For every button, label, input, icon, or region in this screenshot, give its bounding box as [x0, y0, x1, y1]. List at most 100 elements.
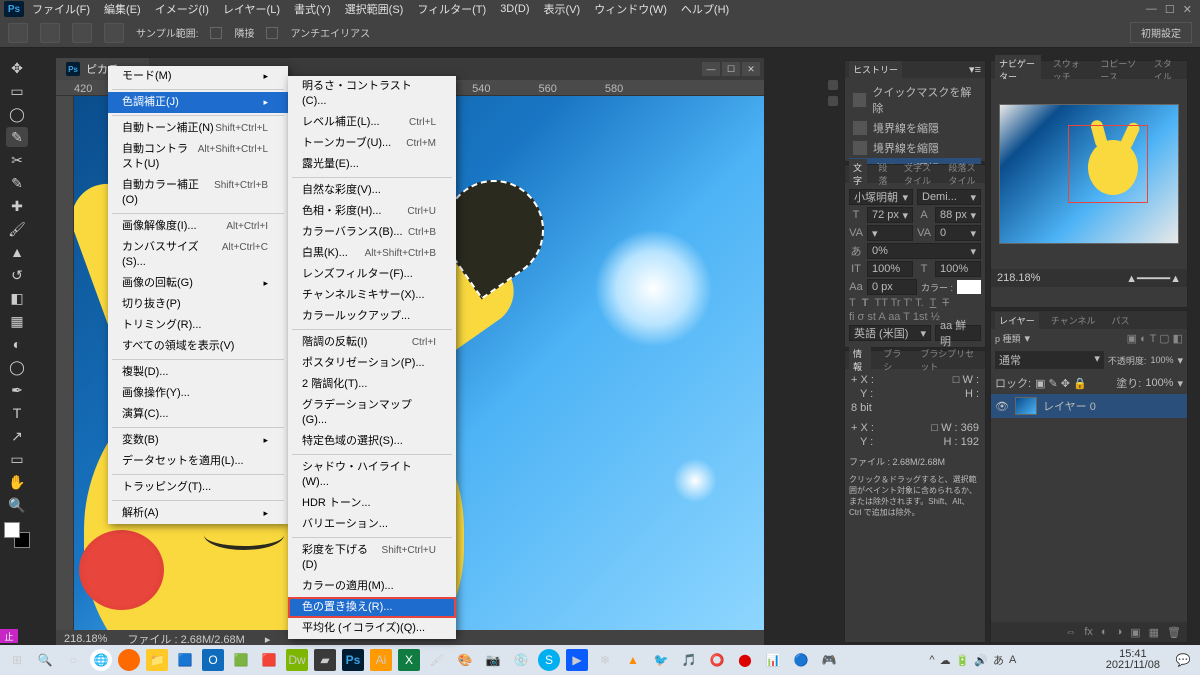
marquee-tool-icon[interactable]: ▭ — [6, 81, 28, 101]
menu-item[interactable]: 自動カラー補正(O)Shift+Ctrl+B — [108, 175, 288, 211]
menu-item[interactable]: 変数(B) — [108, 430, 288, 451]
zoom-tool-icon[interactable]: 🔍 — [6, 495, 28, 515]
type-tool-icon[interactable]: T — [6, 403, 28, 423]
app-icon[interactable]: 📊 — [762, 649, 784, 671]
menu-item[interactable]: トーンカーブ(U)...Ctrl+M — [288, 133, 456, 154]
ime-icon[interactable]: あ — [993, 652, 1004, 668]
new-icon[interactable]: ▦ — [1149, 626, 1159, 639]
menu-item[interactable]: カンバスサイズ(S)...Alt+Ctrl+C — [108, 237, 288, 273]
menu-item[interactable]: チャンネルミキサー(X)... — [288, 285, 456, 306]
visibility-icon[interactable]: 👁 — [995, 400, 1009, 413]
menu-item[interactable]: レンズフィルター(F)... — [288, 264, 456, 285]
history-item[interactable]: 境界線を縮隠 — [849, 138, 981, 158]
dodge-tool-icon[interactable]: ◯ — [6, 357, 28, 377]
app-icon[interactable]: 🔵 — [790, 649, 812, 671]
menu-item[interactable]: シャドウ・ハイライト(W)... — [288, 457, 456, 493]
menu-item[interactable]: トラッピング(T)... — [108, 477, 288, 498]
doc-close-icon[interactable]: ✕ — [742, 62, 760, 76]
eraser-tool-icon[interactable]: ◧ — [6, 288, 28, 308]
blur-tool-icon[interactable]: ◐ — [6, 334, 28, 354]
opacity-input[interactable]: 100% — [1150, 355, 1173, 365]
menu-item[interactable]: 画像の回転(G) — [108, 273, 288, 294]
gradient-tool-icon[interactable]: ▦ — [6, 311, 28, 331]
blendmode-select[interactable]: 通常▾ — [995, 351, 1104, 369]
menu-item[interactable]: カラーの適用(M)... — [288, 576, 456, 597]
menu-item[interactable]: 色の置き換え(R)... — [288, 597, 456, 618]
layer-name[interactable]: レイヤー 0 — [1043, 398, 1096, 414]
photoshop-icon[interactable]: Ps — [342, 649, 364, 671]
menu-item[interactable]: すべての領域を表示(V) — [108, 336, 288, 357]
menu-item[interactable]: カラールックアップ... — [288, 306, 456, 327]
ime-a-icon[interactable]: A — [1009, 654, 1016, 666]
menu-filter[interactable]: フィルター(T) — [411, 0, 492, 19]
menu-item[interactable]: 自然な彩度(V)... — [288, 180, 456, 201]
brush-size-icon[interactable] — [40, 23, 60, 43]
menu-item[interactable]: 画像操作(Y)... — [108, 383, 288, 404]
hscale-input[interactable]: 100% — [935, 261, 981, 277]
app-icon[interactable]: ⭕ — [706, 649, 728, 671]
menu-select[interactable]: 選択範囲(S) — [339, 0, 410, 19]
menu-item[interactable]: データセットを適用(L)... — [108, 451, 288, 472]
excel-icon[interactable]: X — [398, 649, 420, 671]
workspace-button[interactable]: 初期設定 — [1130, 22, 1192, 43]
menu-item[interactable]: 階調の反転(I)Ctrl+I — [288, 332, 456, 353]
antialias-check[interactable] — [266, 27, 278, 39]
eyedropper-tool-icon[interactable]: ✎ — [6, 173, 28, 193]
menu-item[interactable]: 特定色域の選択(S)... — [288, 431, 456, 452]
volume-icon[interactable]: 🔊 — [974, 654, 988, 667]
menu-3d[interactable]: 3D(D) — [494, 1, 535, 17]
layers-tab[interactable]: レイヤー — [995, 312, 1039, 329]
sublime-icon[interactable]: ▰ — [314, 649, 336, 671]
tsume-input[interactable]: 0%▾ — [867, 243, 981, 259]
menu-item[interactable]: グラデーションマップ(G)... — [288, 395, 456, 431]
doc-max-icon[interactable]: ☐ — [722, 62, 740, 76]
tool-preset-icon[interactable] — [8, 23, 28, 43]
menu-image[interactable]: イメージ(I) — [149, 0, 215, 19]
link-icon[interactable]: ⇔ — [1065, 626, 1076, 638]
outlook-icon[interactable]: O — [202, 649, 224, 671]
brush-tool-icon[interactable]: 🖌 — [6, 219, 28, 239]
history-item[interactable]: クイックマスクを解除 — [849, 82, 981, 118]
nav-zoom-value[interactable]: 218.18% — [997, 272, 1040, 284]
skype-icon[interactable]: S — [538, 649, 560, 671]
shape-tool-icon[interactable]: ▭ — [6, 449, 28, 469]
kerning-input[interactable]: ▾ — [867, 225, 913, 241]
app-icon[interactable]: ❄ — [594, 649, 616, 671]
app-icon[interactable]: 🎨 — [454, 649, 476, 671]
illustrator-icon[interactable]: Ai — [370, 649, 392, 671]
explorer-icon[interactable]: 📁 — [146, 649, 168, 671]
adj-icon[interactable]: ◑ — [1116, 626, 1123, 638]
app-icon[interactable]: 🎮 — [818, 649, 840, 671]
menu-item[interactable]: カラーバランス(B)...Ctrl+B — [288, 222, 456, 243]
history-item[interactable]: 境界線を縮隠 — [849, 118, 981, 138]
battery-icon[interactable]: 🔋 — [956, 654, 970, 667]
menu-item[interactable]: モード(M) — [108, 66, 288, 87]
move-tool-icon[interactable]: ✥ — [6, 58, 28, 78]
stamp-tool-icon[interactable]: ▲ — [6, 242, 28, 262]
path-tool-icon[interactable]: ↗ — [6, 426, 28, 446]
menu-item[interactable]: 平均化 (イコライズ)(Q)... — [288, 618, 456, 639]
paths-tab[interactable]: パス — [1107, 312, 1133, 329]
vlc-icon[interactable]: ▲ — [622, 649, 644, 671]
font-select[interactable]: 小塚明朝▾ — [849, 189, 913, 205]
mask-icon[interactable]: ◐ — [1101, 626, 1108, 638]
menu-item[interactable]: ポスタリゼーション(P)... — [288, 353, 456, 374]
onedrive-icon[interactable]: ☁ — [940, 654, 951, 667]
layer-item[interactable]: 👁 レイヤー 0 — [991, 394, 1187, 418]
pen-tool-icon[interactable]: ✒ — [6, 380, 28, 400]
menu-window[interactable]: ウィンドウ(W) — [588, 0, 673, 19]
vscale-input[interactable]: 100% — [867, 261, 913, 277]
win-min-icon[interactable]: — — [1146, 3, 1157, 16]
trash-icon[interactable]: 🗑 — [1167, 626, 1181, 639]
tracking-input[interactable]: 0▾ — [935, 225, 981, 241]
menu-edit[interactable]: 編集(E) — [98, 0, 147, 19]
crop-tool-icon[interactable]: ✂ — [6, 150, 28, 170]
brush-preset-icon[interactable] — [104, 23, 124, 43]
aa-select[interactable]: aa 鮮明 — [935, 325, 981, 341]
color-swatches[interactable] — [4, 522, 30, 548]
app-icon[interactable]: 🟥 — [258, 649, 280, 671]
win-close-icon[interactable]: ✕ — [1183, 3, 1192, 16]
search-icon[interactable]: 🔍 — [34, 649, 56, 671]
folder-icon[interactable]: ▣ — [1130, 626, 1140, 639]
textcolor-swatch[interactable] — [957, 280, 981, 294]
